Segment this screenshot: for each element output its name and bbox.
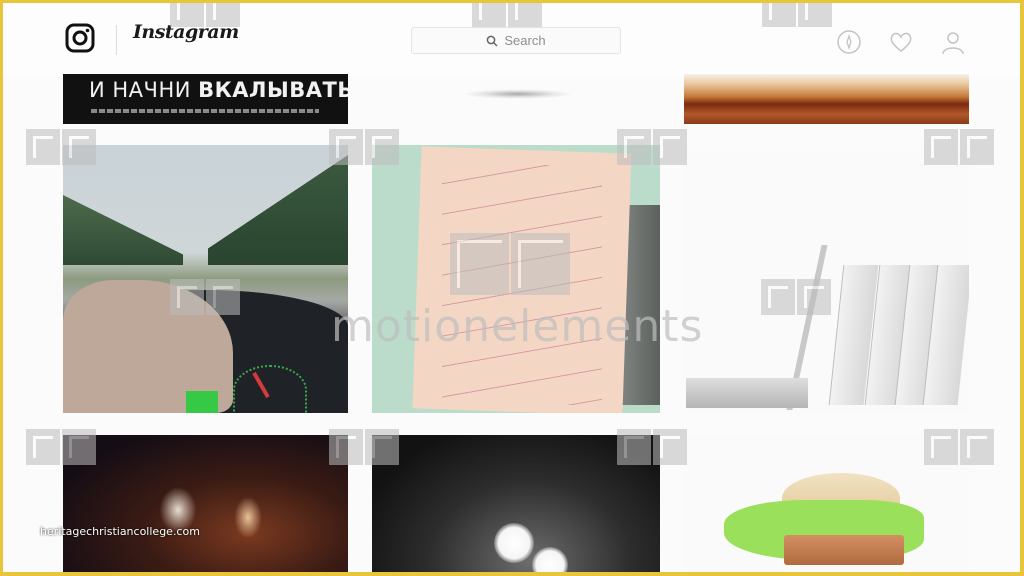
watermark-logo — [617, 429, 687, 465]
nav-icons — [836, 29, 966, 55]
light-glow — [233, 495, 263, 540]
watermark-logo — [26, 129, 96, 165]
laptop-base — [686, 378, 808, 408]
street-lamp — [532, 547, 568, 572]
search-placeholder: Search — [504, 33, 546, 48]
watermark-logo — [170, 279, 240, 315]
post-tile[interactable] — [63, 435, 348, 572]
post-tile[interactable] — [463, 89, 573, 99]
watermark-logo — [450, 233, 570, 295]
post-tile[interactable]: И НАЧНИ ВКАЛЫВАТЬ — [63, 74, 348, 124]
watermark-logo — [617, 129, 687, 165]
source-url: heritagechristiancollege.com — [40, 525, 200, 538]
watermark-logo — [761, 279, 831, 315]
search-input[interactable]: Search — [411, 27, 621, 54]
watermark-text: motionelements — [331, 301, 704, 352]
watermark-logo — [924, 129, 994, 165]
street-lamp — [494, 523, 534, 563]
watermark-logo — [26, 429, 96, 465]
dashboard-display — [186, 391, 218, 413]
trees-right — [208, 155, 348, 265]
watermark-logo — [924, 429, 994, 465]
compass-icon[interactable] — [836, 29, 862, 55]
watermark-logo — [472, 3, 542, 27]
post-caption: И НАЧНИ ВКАЛЫВАТЬ — [89, 78, 348, 102]
logo-divider — [116, 25, 117, 55]
search-icon — [487, 35, 498, 47]
heart-icon[interactable] — [888, 29, 914, 55]
watermark-logo — [329, 429, 399, 465]
instagram-camera-icon[interactable] — [65, 23, 95, 53]
user-icon[interactable] — [940, 29, 966, 55]
watermark-logo — [329, 129, 399, 165]
post-tile[interactable] — [684, 74, 969, 124]
watermark-logo — [762, 3, 832, 27]
book-patty — [784, 535, 904, 565]
app-window: Instagram Search И НАЧНИ ВКАЛЫВАТЬ motio… — [3, 3, 1020, 572]
trees-left — [63, 195, 183, 265]
post-subcaption — [91, 109, 319, 113]
watermark-logo — [170, 3, 240, 27]
speedometer — [233, 365, 307, 413]
